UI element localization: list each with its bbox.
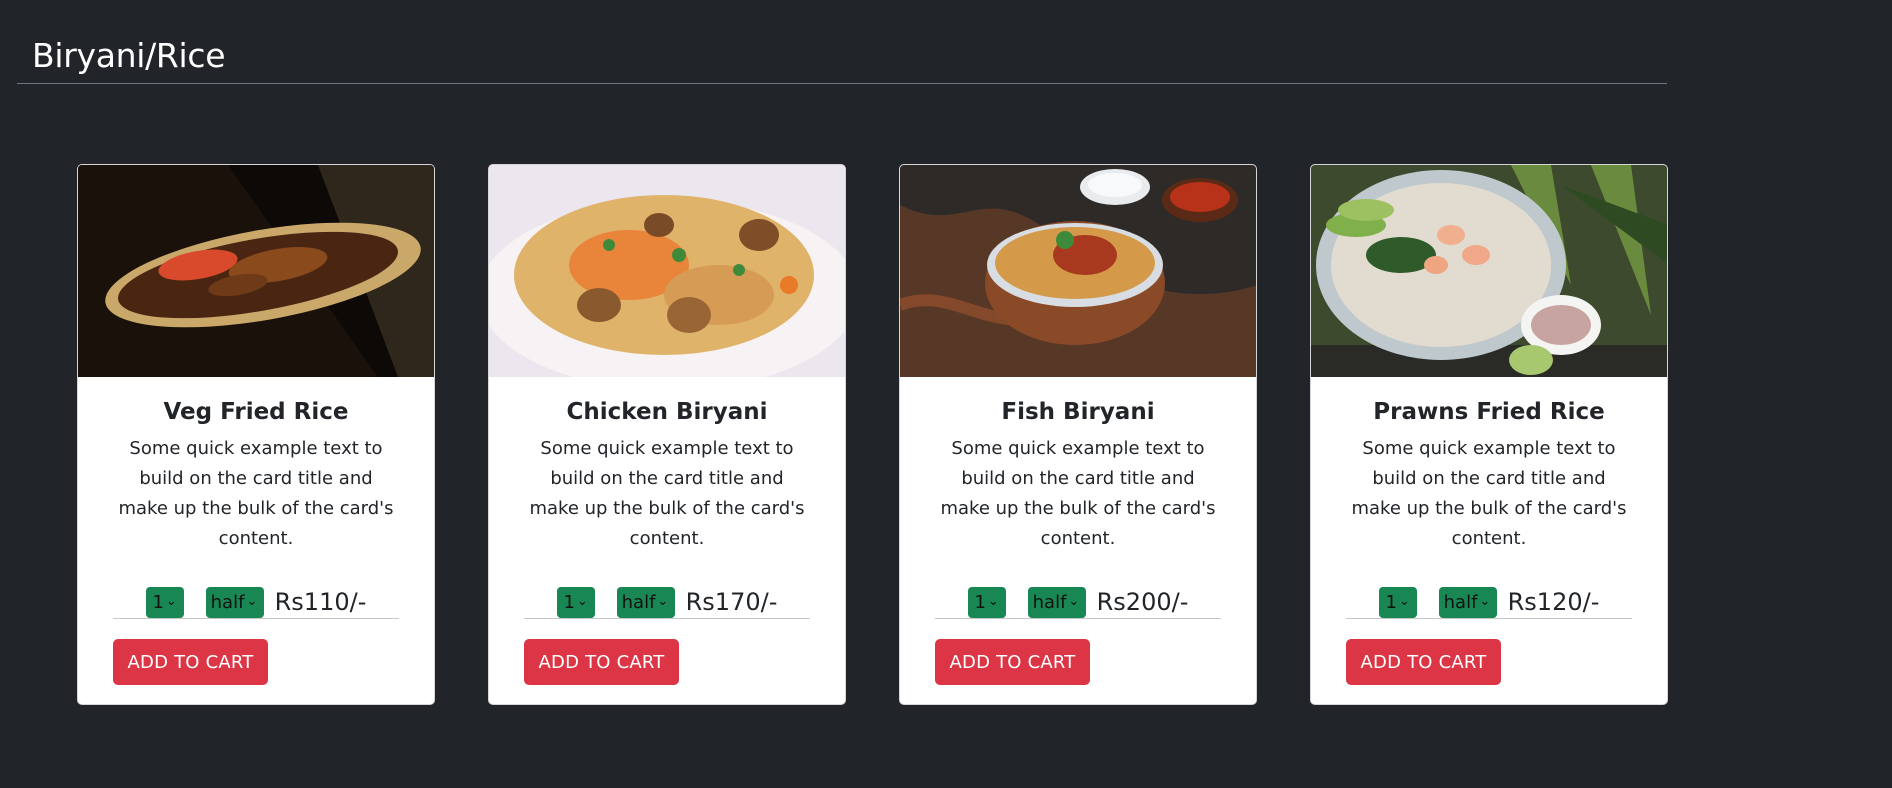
card-text: Some quick example text to build on the …: [529, 438, 805, 549]
size-value: half: [210, 591, 245, 613]
chevron-down-icon: ⌄: [576, 593, 588, 609]
food-image: [900, 165, 1256, 377]
card-text: Some quick example text to build on the …: [1351, 438, 1627, 549]
order-controls: 1 ⌄ half ⌄ Rs200/-: [935, 584, 1221, 620]
price: Rs120/-: [1507, 588, 1600, 616]
quantity-select[interactable]: 1 ⌄: [967, 586, 1006, 618]
chevron-down-icon: ⌄: [165, 593, 177, 609]
size-select[interactable]: half ⌄: [616, 586, 675, 618]
card-divider: [1346, 618, 1632, 619]
chevron-down-icon: ⌄: [1398, 593, 1410, 609]
price: Rs200/-: [1096, 588, 1189, 616]
chevron-down-icon: ⌄: [987, 593, 999, 609]
quantity-select[interactable]: 1 ⌄: [145, 586, 184, 618]
card-text: Some quick example text to build on the …: [940, 438, 1216, 549]
quantity-select[interactable]: 1 ⌄: [556, 586, 595, 618]
add-to-cart-button[interactable]: ADD TO CART: [524, 639, 679, 685]
chevron-down-icon: ⌄: [1479, 593, 1491, 609]
quantity-value: 1: [563, 591, 575, 613]
quantity-value: 1: [152, 591, 164, 613]
quantity-value: 1: [974, 591, 986, 613]
food-image: [489, 165, 845, 377]
quantity-value: 1: [1385, 591, 1397, 613]
card-title: Fish Biryani: [1001, 399, 1155, 425]
add-to-cart-button[interactable]: ADD TO CART: [113, 639, 268, 685]
add-to-cart-button[interactable]: ADD TO CART: [935, 639, 1090, 685]
card-title: Prawns Fried Rice: [1373, 399, 1605, 425]
add-to-cart-button[interactable]: ADD TO CART: [1346, 639, 1501, 685]
order-controls: 1 ⌄ half ⌄ Rs110/-: [113, 584, 399, 620]
chevron-down-icon: ⌄: [657, 593, 669, 609]
food-image: [1311, 165, 1667, 377]
size-select[interactable]: half ⌄: [1027, 586, 1086, 618]
order-controls: 1 ⌄ half ⌄ Rs120/-: [1346, 584, 1632, 620]
size-select[interactable]: half ⌄: [1438, 586, 1497, 618]
price: Rs110/-: [274, 588, 367, 616]
card-divider: [113, 618, 399, 619]
size-value: half: [1443, 591, 1478, 613]
card-title: Chicken Biryani: [566, 399, 768, 425]
food-card: Chicken Biryani Some quick example text …: [488, 164, 846, 705]
food-card: Prawns Fried Rice Some quick example tex…: [1310, 164, 1668, 705]
food-card: Veg Fried Rice Some quick example text t…: [77, 164, 435, 705]
size-select[interactable]: half ⌄: [205, 586, 264, 618]
section-title: Biryani/Rice: [32, 36, 226, 75]
size-value: half: [1032, 591, 1067, 613]
price: Rs170/-: [685, 588, 778, 616]
card-divider: [524, 618, 810, 619]
card-list: Veg Fried Rice Some quick example text t…: [77, 164, 1668, 705]
section-header: Biryani/Rice: [17, 30, 1667, 84]
card-title: Veg Fried Rice: [163, 399, 349, 425]
food-image: [78, 165, 434, 377]
card-divider: [935, 618, 1221, 619]
quantity-select[interactable]: 1 ⌄: [1378, 586, 1417, 618]
order-controls: 1 ⌄ half ⌄ Rs170/-: [524, 584, 810, 620]
chevron-down-icon: ⌄: [1068, 593, 1080, 609]
chevron-down-icon: ⌄: [246, 593, 258, 609]
size-value: half: [621, 591, 656, 613]
food-card: Fish Biryani Some quick example text to …: [899, 164, 1257, 705]
card-text: Some quick example text to build on the …: [118, 438, 394, 549]
